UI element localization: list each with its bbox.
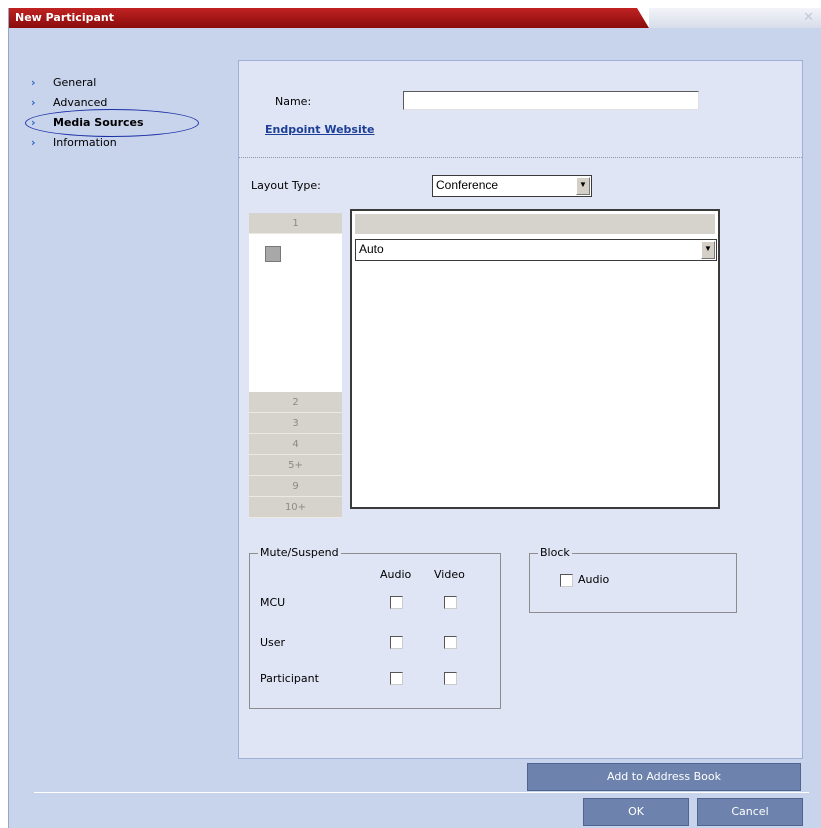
close-icon[interactable]: ✕: [803, 10, 814, 25]
chevron-right-icon: ›: [31, 135, 36, 149]
sidebar-item-label: Information: [53, 135, 117, 149]
layout-button-5plus[interactable]: 5+: [249, 455, 342, 476]
footer-separator: [34, 792, 809, 793]
chevron-right-icon: ›: [31, 95, 36, 109]
chevron-right-icon: ›: [31, 75, 36, 89]
user-label: User: [260, 636, 286, 649]
block-audio-checkbox[interactable]: [560, 574, 573, 587]
sidebar-item-label: Advanced: [53, 95, 108, 109]
sidebar-item-information[interactable]: › Information: [31, 132, 144, 152]
endpoint-website-link[interactable]: Endpoint Website: [265, 123, 374, 136]
participant-video-checkbox[interactable]: [444, 672, 457, 685]
layout-type-value: Conference: [436, 178, 499, 192]
ok-button[interactable]: OK: [583, 798, 689, 826]
add-to-address-book-button[interactable]: Add to Address Book: [527, 763, 801, 791]
new-participant-dialog: New Participant ✕ › General › Advanced ›…: [8, 8, 821, 828]
layout-preview: Auto ▼: [350, 209, 720, 509]
mcu-video-checkbox[interactable]: [444, 596, 457, 609]
layout-type-label: Layout Type:: [251, 179, 321, 192]
layout-button-1[interactable]: 1: [249, 213, 342, 234]
block-audio-label: Audio: [578, 573, 610, 586]
participant-audio-checkbox[interactable]: [390, 672, 403, 685]
name-input[interactable]: [403, 91, 699, 110]
sidebar-nav: › General › Advanced › Media Sources › I…: [25, 72, 199, 152]
video-column-header: Video: [434, 568, 465, 581]
cell-source-value: Auto: [359, 242, 384, 256]
cell-source-select[interactable]: Auto ▼: [355, 239, 717, 261]
cancel-button[interactable]: Cancel: [697, 798, 803, 826]
layout-button-10plus[interactable]: 10+: [249, 497, 342, 518]
mute-suspend-legend: Mute/Suspend: [258, 546, 341, 559]
media-sources-panel: Name: Endpoint Website Layout Type: Conf…: [238, 60, 803, 759]
layout-button-3[interactable]: 3: [249, 413, 342, 434]
mcu-audio-checkbox[interactable]: [390, 596, 403, 609]
layout-button-2[interactable]: 2: [249, 392, 342, 413]
title-bar: New Participant ✕: [9, 8, 821, 28]
chevron-down-icon: ▼: [701, 241, 715, 259]
participant-label: Participant: [260, 672, 319, 685]
sidebar-item-general[interactable]: › General: [31, 72, 144, 92]
chevron-down-icon: ▼: [576, 177, 590, 195]
layout-button-9[interactable]: 9: [249, 476, 342, 497]
mcu-label: MCU: [260, 596, 286, 609]
block-group: Block Audio: [529, 546, 737, 613]
layout-button-4[interactable]: 4: [249, 434, 342, 455]
layout-thumbnail-area: [249, 234, 342, 392]
layout-type-select[interactable]: Conference ▼: [432, 175, 592, 197]
title-bar-right: [649, 8, 821, 28]
layout-thumbnail[interactable]: [265, 246, 281, 262]
name-label: Name:: [275, 95, 312, 108]
divider: [239, 157, 802, 158]
block-legend: Block: [538, 546, 572, 559]
audio-column-header: Audio: [380, 568, 412, 581]
mute-suspend-group: Mute/Suspend Audio Video MCU User Partic…: [249, 546, 501, 709]
layout-selector: 1 2 3 4 5+ 9 10+: [249, 213, 342, 518]
preview-header: [355, 214, 715, 234]
sidebar-item-label: General: [53, 75, 97, 89]
dialog-title: New Participant: [15, 11, 114, 24]
sidebar-item-media-sources[interactable]: › Media Sources: [25, 109, 199, 137]
user-audio-checkbox[interactable]: [390, 636, 403, 649]
user-video-checkbox[interactable]: [444, 636, 457, 649]
